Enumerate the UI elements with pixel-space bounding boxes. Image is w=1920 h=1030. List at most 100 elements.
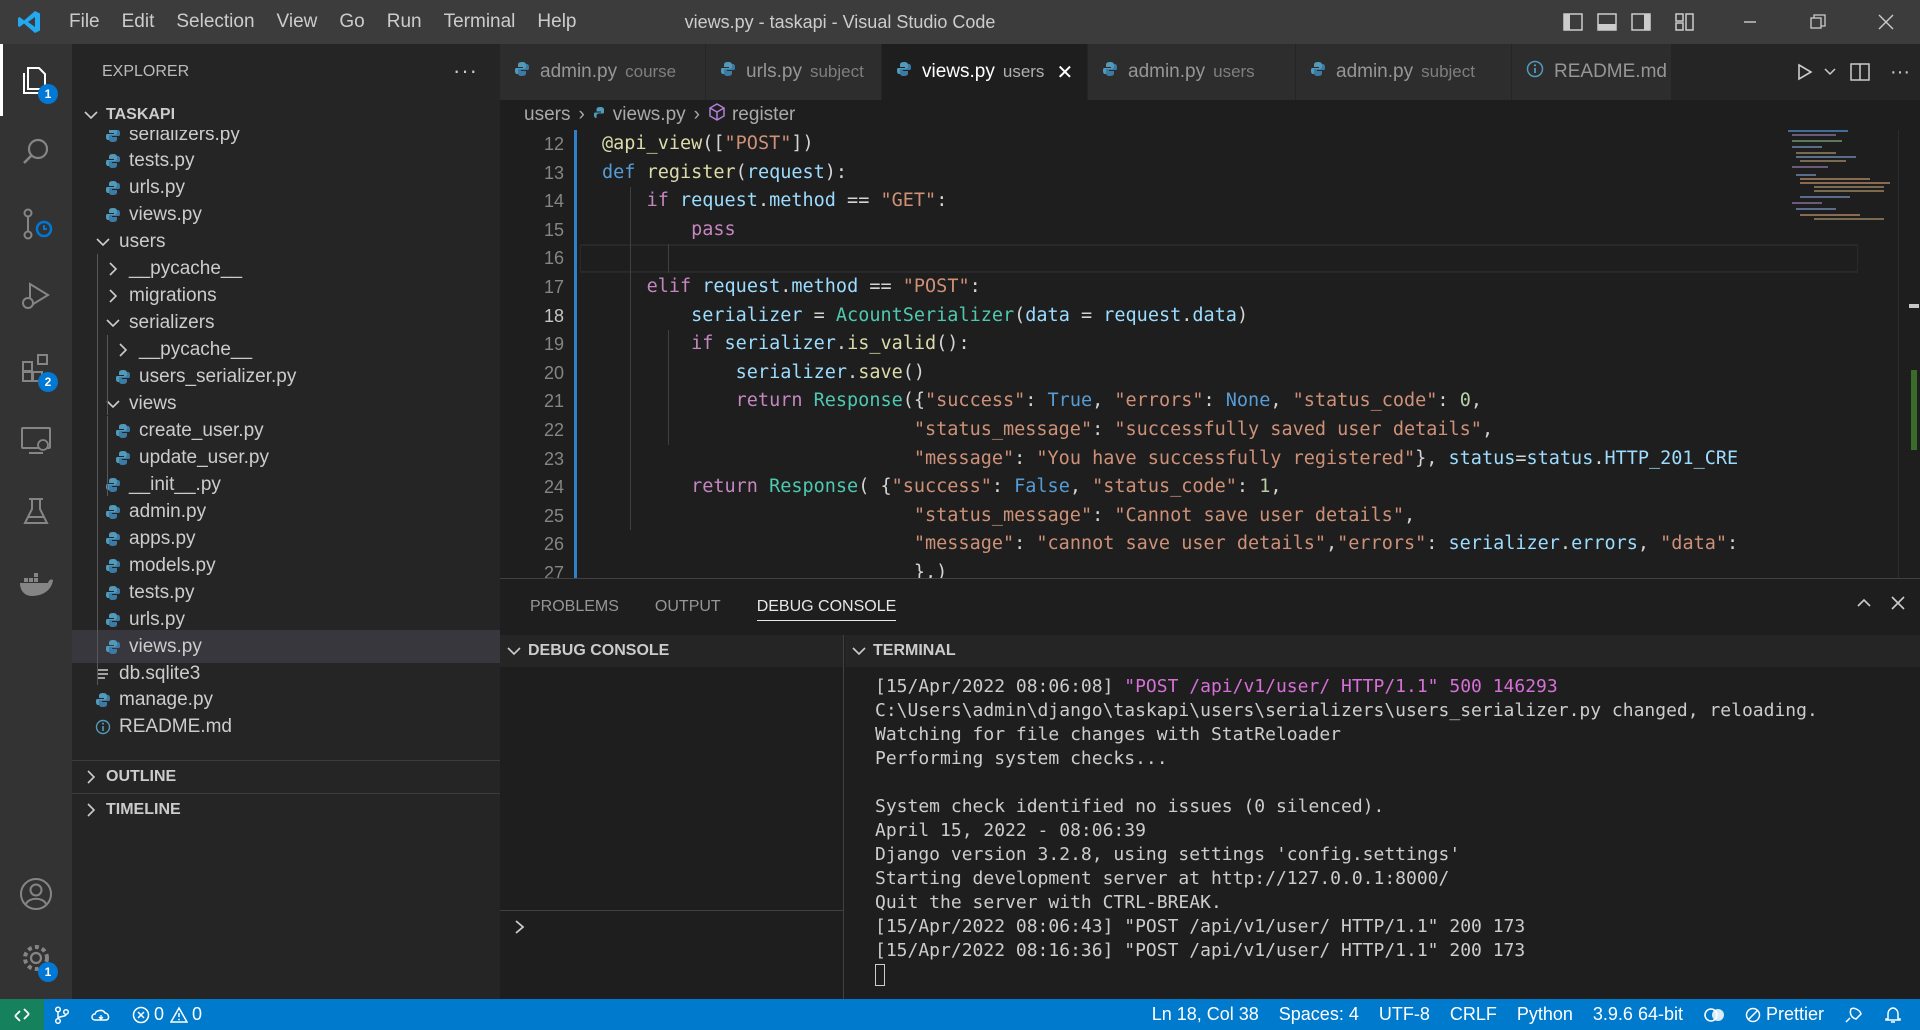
testing-icon[interactable] [0, 476, 72, 548]
tree-item-label: serializers.py [129, 130, 240, 145]
split-editor-icon[interactable] [1840, 63, 1880, 81]
chevron-down-icon[interactable] [1820, 68, 1840, 76]
terminal-pane[interactable]: TERMINAL [15/Apr/2022 08:06:08] "POST /a… [845, 635, 1920, 1000]
code-line: elif request.method == "POST": [646, 276, 981, 297]
tab-label: urls.py [746, 61, 802, 82]
breadcrumb-folder[interactable]: users [524, 104, 570, 126]
more-actions-icon[interactable]: ··· [1880, 61, 1920, 84]
python-file-icon [102, 150, 124, 172]
problems-indicator[interactable]: 0 0 [122, 999, 212, 1030]
run-python-file-icon[interactable] [1790, 63, 1820, 81]
vertical-scrollbar[interactable] [1898, 130, 1920, 578]
search-icon[interactable] [0, 116, 72, 188]
more-actions-icon[interactable]: ··· [453, 58, 478, 84]
outline-section-header[interactable]: OUTLINE [72, 760, 500, 793]
minimap[interactable] [1786, 130, 1896, 578]
menu-help[interactable]: Help [526, 0, 587, 44]
tab-admin-subject[interactable]: admin.py subject [1296, 44, 1512, 100]
tab-readme[interactable]: README.md [1512, 44, 1672, 100]
toggle-secondary-sidebar-icon[interactable] [1624, 0, 1658, 44]
debug-console-header[interactable]: DEBUG CONSOLE [500, 635, 843, 667]
debug-console-pane[interactable]: DEBUG CONSOLE [500, 635, 844, 1000]
toggle-panel-icon[interactable] [1590, 0, 1624, 44]
close-tab-icon[interactable]: ✕ [1056, 60, 1073, 85]
run-debug-icon[interactable] [0, 260, 72, 332]
tree-item[interactable]: README.md [72, 711, 500, 744]
breadcrumb-file[interactable]: views.py [613, 104, 686, 126]
terminal-line: [15/Apr/2022 08:16:36] "POST /api/v1/use… [875, 940, 1526, 961]
code-line: return Response({"success": True, "error… [735, 390, 1482, 412]
code-editor[interactable]: 12 13 14 15 16 17 18 19 20 21 22 23 24 2… [500, 130, 1920, 578]
end-of-line[interactable]: CRLF [1440, 999, 1507, 1030]
tab-admin-course[interactable]: admin.py course [500, 44, 706, 100]
terminal-line: Quit the server with CTRL-BREAK. [875, 892, 1222, 913]
feedback-icon[interactable] [1834, 999, 1874, 1030]
tab-urls-subject[interactable]: urls.py subject [706, 44, 882, 100]
maximize-panel-icon[interactable] [1856, 595, 1872, 616]
prettier-disabled-icon [1745, 1007, 1761, 1023]
line-number-current: 18 [543, 305, 564, 326]
terminal-line: [15/Apr/2022 08:06:08] "POST /api/v1/use… [875, 676, 1558, 697]
menu-terminal[interactable]: Terminal [433, 0, 527, 44]
python-file-icon [102, 474, 124, 496]
panel-tab-debug-console[interactable]: DEBUG CONSOLE [756, 579, 896, 635]
indentation[interactable]: Spaces: 4 [1269, 999, 1369, 1030]
extensions-icon[interactable]: 2 [0, 332, 72, 404]
line-number: 13 [543, 162, 564, 183]
menu-edit[interactable]: Edit [111, 0, 166, 44]
language-mode[interactable]: Python [1507, 999, 1583, 1030]
prettier-status[interactable]: Prettier [1735, 999, 1834, 1030]
explorer-icon[interactable]: 1 [0, 44, 72, 116]
panel-tab-problems[interactable]: PROBLEMS [530, 579, 619, 635]
debug-console-title: DEBUG CONSOLE [528, 642, 670, 659]
restore-window-icon[interactable] [1784, 0, 1852, 44]
chevron-down-icon [80, 110, 102, 120]
panel-tab-output[interactable]: OUTPUT [655, 579, 721, 635]
menu-run[interactable]: Run [376, 0, 433, 44]
tab-views-users[interactable]: views.py users ✕ [882, 44, 1088, 100]
line-number: 22 [543, 420, 564, 440]
notifications-bell-icon[interactable] [1874, 999, 1912, 1030]
terminal-line: [15/Apr/2022 08:06:43] "POST /api/v1/use… [875, 916, 1526, 937]
manage-gear-icon[interactable]: 1 [0, 922, 72, 994]
git-branch-icon[interactable] [44, 999, 80, 1030]
tree-item-label: serializers [129, 312, 215, 334]
menu-selection[interactable]: Selection [165, 0, 265, 44]
repl-prompt-chevron-icon[interactable] [514, 919, 526, 940]
remote-indicator-icon[interactable] [0, 999, 44, 1030]
explorer-sidebar: EXPLORER ··· TASKAPI serializers.py tests.… [72, 44, 500, 999]
source-control-icon[interactable] [0, 188, 72, 260]
tree-item-label: migrations [129, 285, 217, 307]
python-file-icon [720, 61, 736, 83]
docker-icon[interactable] [0, 548, 72, 620]
customize-layout-icon[interactable] [1668, 0, 1702, 44]
tree-item-label: apps.py [129, 527, 196, 549]
toggle-sidebar-icon[interactable] [1556, 0, 1590, 44]
python-file-icon [102, 177, 124, 199]
status-bar: 0 0 Ln 18, Col 38 Spaces: 4 UTF-8 CRLF P… [0, 999, 1920, 1030]
line-number: 26 [543, 534, 564, 555]
close-window-icon[interactable] [1852, 0, 1920, 44]
remote-explorer-icon[interactable] [0, 404, 72, 476]
sync-cloud-icon[interactable] [80, 999, 122, 1030]
breadcrumb-symbol[interactable]: register [732, 104, 795, 126]
tab-admin-users[interactable]: admin.py users [1088, 44, 1296, 100]
minimize-window-icon[interactable] [1716, 0, 1784, 44]
project-section-header[interactable]: TASKAPI [72, 100, 500, 130]
chevron-down-icon [500, 646, 528, 656]
menu-file[interactable]: File [58, 0, 111, 44]
live-share-icon[interactable] [1693, 999, 1735, 1030]
chevron-right-icon [80, 803, 102, 817]
terminal-header[interactable]: TERMINAL [845, 635, 1920, 667]
terminal-line: Django version 3.2.8, using settings 'co… [875, 844, 1461, 865]
cursor-position[interactable]: Ln 18, Col 38 [1142, 999, 1269, 1030]
python-interpreter[interactable]: 3.9.6 64-bit [1583, 999, 1693, 1030]
tab-description: course [625, 62, 677, 81]
timeline-section-header[interactable]: TIMELINE [72, 793, 500, 826]
menu-go[interactable]: Go [328, 0, 375, 44]
menu-view[interactable]: View [266, 0, 329, 44]
close-panel-icon[interactable] [1890, 595, 1906, 616]
tree-item-label: tests.py [129, 581, 195, 603]
accounts-icon[interactable] [0, 858, 72, 930]
encoding[interactable]: UTF-8 [1369, 999, 1440, 1030]
